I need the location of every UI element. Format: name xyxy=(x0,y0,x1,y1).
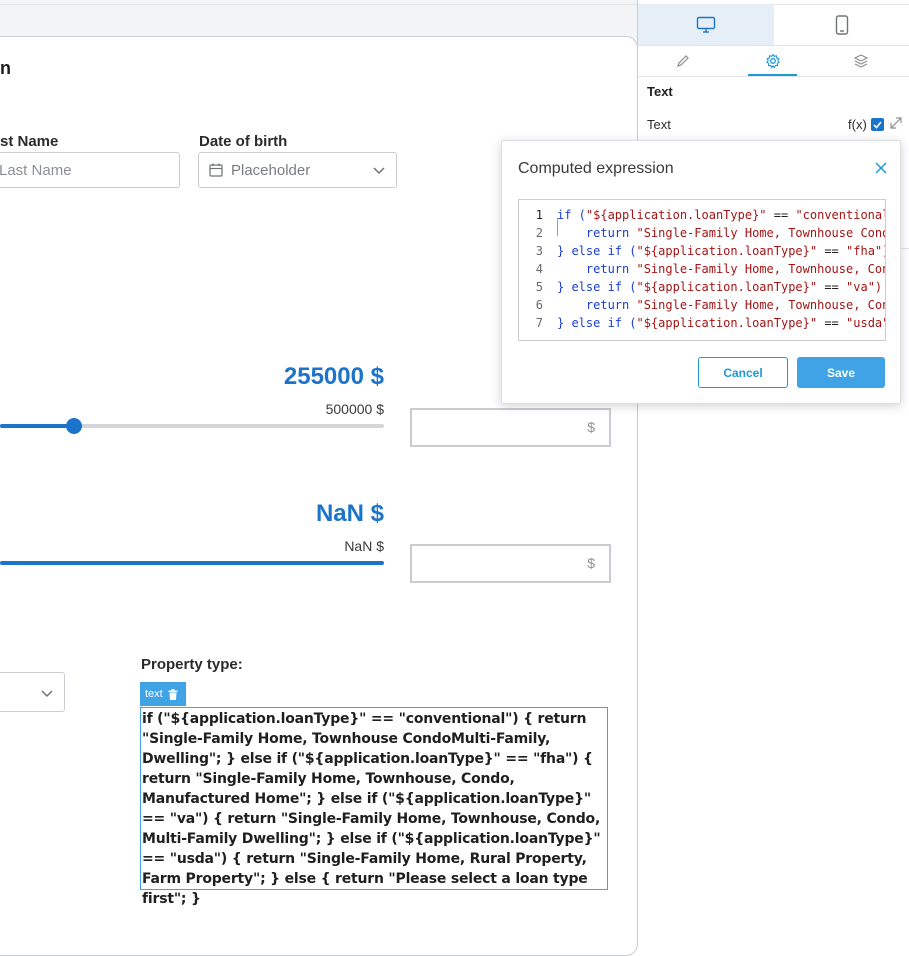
loan-type-select[interactable] xyxy=(0,672,65,712)
code-token: } else if ( xyxy=(557,280,637,294)
loan-amount-value: 255000 $ xyxy=(283,363,384,390)
code-line[interactable]: 2 return "Single-Family Home, Townhouse … xyxy=(519,224,885,242)
trash-icon[interactable] xyxy=(168,688,178,700)
computed-expression-dialog: Computed expression 1 if ("${application.… xyxy=(501,140,901,404)
text-tag-label: text xyxy=(145,688,163,700)
code-token: "Single-Family Home, Townhouse CondoMult… xyxy=(636,226,885,240)
second-amount-value: NaN $ xyxy=(315,500,384,527)
layers-tab[interactable] xyxy=(816,46,906,76)
panel-heading: Text xyxy=(647,84,673,99)
code-token: "${application.loanType}" xyxy=(636,244,818,258)
code-line[interactable]: 1 if ("${application.loanType}" == "conve… xyxy=(519,206,885,224)
code-line[interactable]: 3 } else if ("${application.loanType}" ==… xyxy=(519,242,886,260)
second-amount-input[interactable]: $ xyxy=(410,544,611,583)
code-line[interactable]: 4 return "Single-Family Home, Townhouse,… xyxy=(519,260,885,278)
loan-amount-slider[interactable] xyxy=(0,424,384,428)
checkmark-icon xyxy=(873,120,882,129)
code-token: return xyxy=(585,262,637,276)
desktop-view-tab[interactable] xyxy=(638,4,774,45)
settings-tab[interactable] xyxy=(728,46,818,76)
code-token: "${application.loanType}" xyxy=(636,280,818,294)
mobile-view-tab[interactable] xyxy=(774,4,909,45)
loan-amount-max: 500000 $ xyxy=(325,401,384,417)
second-amount-slider[interactable] xyxy=(0,561,384,565)
text-component-tag[interactable]: text xyxy=(140,682,186,706)
cancel-button[interactable]: Cancel xyxy=(698,357,788,388)
code-token: == xyxy=(817,280,847,294)
form-title: n xyxy=(0,58,11,78)
close-icon[interactable] xyxy=(874,161,888,175)
code-token: == xyxy=(817,244,847,258)
code-token: return xyxy=(585,298,637,312)
loan-amount-input[interactable]: $ xyxy=(410,408,611,447)
line-number: 6 xyxy=(535,298,543,312)
dialog-title: Computed expression xyxy=(518,160,674,177)
code-line[interactable]: 6 return "Single-Family Home, Townhouse,… xyxy=(519,296,885,314)
code-token: "Single-Family Home, Townhouse, Condo, M… xyxy=(636,298,885,312)
save-button[interactable]: Save xyxy=(797,357,885,388)
line-number: 1 xyxy=(535,208,543,222)
calendar-icon xyxy=(209,163,223,177)
second-amount-max: NaN $ xyxy=(344,538,384,554)
last-name-placeholder: Last Name xyxy=(0,161,72,179)
last-name-input[interactable]: Last Name xyxy=(0,152,180,188)
code-line[interactable]: 5 } else if ("${application.loanType}" ==… xyxy=(519,278,885,296)
layers-icon xyxy=(853,54,869,68)
tool-tab-divider xyxy=(638,76,909,77)
code-token: "fha") { xyxy=(846,244,886,258)
fx-checkbox[interactable] xyxy=(871,118,884,131)
code-token: "${application.loanType}" xyxy=(585,208,767,222)
line-number: 7 xyxy=(535,316,543,330)
property-type-text[interactable]: if ("${application.loanType}" == "conven… xyxy=(140,707,608,907)
gear-icon xyxy=(765,53,781,69)
last-name-label: st Name xyxy=(0,133,59,150)
code-token: "Single-Family Home, Townhouse, Condo, M… xyxy=(636,262,885,276)
chevron-down-icon xyxy=(373,167,385,175)
dob-label: Date of birth xyxy=(199,133,288,150)
line-number: 2 xyxy=(535,226,543,240)
property-type-label: Property type: xyxy=(141,656,243,673)
code-token: "va") { xyxy=(846,280,883,294)
line-number: 5 xyxy=(535,280,543,294)
text-property-label: Text xyxy=(647,117,671,132)
dob-picker[interactable]: Placeholder xyxy=(198,152,397,188)
chevron-down-icon xyxy=(41,690,53,698)
top-divider xyxy=(0,4,640,5)
code-token: "conventional") { xyxy=(795,208,885,222)
slider-thumb[interactable] xyxy=(66,418,82,434)
mobile-icon xyxy=(835,14,848,35)
code-line[interactable]: 7 } else if ("${application.loanType}" ==… xyxy=(519,314,885,332)
edit-tab[interactable] xyxy=(638,46,728,76)
desktop-icon xyxy=(696,16,716,33)
pencil-icon xyxy=(677,55,689,67)
code-token: } else if ( xyxy=(557,316,637,330)
code-token: == xyxy=(817,316,847,330)
line-number: 4 xyxy=(535,262,543,276)
code-token: == xyxy=(766,208,796,222)
code-editor[interactable]: 1 if ("${application.loanType}" == "conve… xyxy=(518,199,886,341)
dob-placeholder: Placeholder xyxy=(231,161,311,179)
code-token: if ( xyxy=(557,208,586,222)
code-token: return xyxy=(585,226,637,240)
expand-icon[interactable] xyxy=(890,117,902,129)
code-token: "usda") { xyxy=(846,316,885,330)
line-number: 3 xyxy=(535,244,543,258)
slider-fill xyxy=(0,424,76,428)
code-token: "${application.loanType}" xyxy=(636,316,818,330)
code-token: } else if ( xyxy=(557,244,637,258)
fx-label: f(x) xyxy=(848,117,867,132)
